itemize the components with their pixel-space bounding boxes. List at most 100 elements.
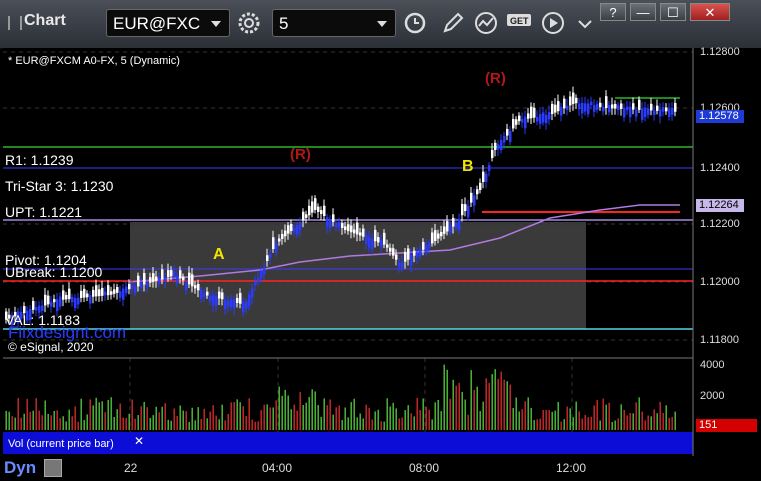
close-volume-icon[interactable]: ✕ [134,434,144,448]
volume-bar [482,401,484,430]
close-button[interactable]: ✕ [690,3,730,21]
volume-bar [644,420,646,430]
volume-bar [284,389,286,430]
volume-bar [134,418,136,430]
candle-body [584,103,587,112]
candle-body [188,272,191,285]
candle-body [161,269,164,279]
candle-body [149,277,152,283]
volume-bar [332,414,334,430]
volume-bar [455,385,457,430]
avg-price-box: 1.12264 [696,199,744,212]
volume-bar [596,400,598,430]
candle-body [302,211,305,221]
volume-bar [365,404,367,430]
volume-bar [524,401,526,430]
volume-bar [203,408,205,430]
symbol-label: * EUR@FXCM A0-FX, 5 (Dynamic) [8,55,180,67]
volume-bar [443,364,445,430]
candle-body [125,286,128,294]
candle-body [401,262,404,268]
candle-body [455,222,458,228]
candle-body [407,248,410,260]
draw-tool-button[interactable] [438,9,468,37]
pencil-icon [443,12,464,33]
volume-bar [578,411,580,430]
menu-button[interactable] [570,9,600,37]
symbol-combo[interactable]: EUR@FXC [106,9,230,37]
volume-bar [32,410,34,430]
candle-body [191,274,194,287]
candle-body [326,217,329,227]
time-button[interactable] [401,9,431,37]
candle-body [503,136,506,143]
play-button[interactable] [538,9,568,37]
candle-body [338,222,341,228]
candle-body [314,198,317,210]
last-price-box: 1.12578 [696,110,744,123]
candle-body [566,105,569,110]
candle-body [518,115,521,122]
candle-body [608,104,611,113]
lock-icon[interactable] [44,459,62,477]
volume-bar [635,402,637,430]
volume-bar [230,402,232,430]
candle-body [395,254,398,260]
volume-bar [185,411,187,430]
volume-bar [656,413,658,430]
minimize-button[interactable]: — [630,3,656,21]
candle-body [170,270,173,277]
candle-body [176,275,179,283]
volume-bar [92,405,94,430]
candle-body [545,114,548,124]
maximize-button[interactable]: ☐ [660,3,686,21]
get-data-button[interactable]: GET [505,9,535,37]
footer-label[interactable]: Dyn [4,458,36,478]
volume-bar [200,418,202,430]
candle-body [560,106,563,116]
volume-bar [44,400,46,430]
volume-bar [389,406,391,430]
candle-body [350,225,353,233]
candle-body [134,286,137,294]
volume-bar [38,410,40,430]
candle-body [452,217,455,227]
volume-bar [638,397,640,430]
candle-body [665,107,668,112]
volume-bar [86,414,88,430]
volume-bar [83,420,85,430]
volume-bar [128,413,130,430]
volume-bar [215,415,217,430]
candle-body [647,108,650,115]
candle-body [548,112,551,120]
candle-body [509,131,512,143]
volume-bar [152,415,154,430]
volume-bar [14,417,16,430]
candle-body [371,238,374,250]
volume-bar [35,398,37,430]
candle-body [416,252,419,258]
candle-body [554,104,557,113]
volume-bar [11,416,13,430]
volume-bar [122,417,124,430]
interval-settings-button[interactable] [234,9,264,37]
volume-bar [446,369,448,430]
candle-body [431,232,434,244]
candle-body [473,195,476,206]
volume-bar [56,410,58,430]
candle-body [641,108,644,120]
grip-icon[interactable] [8,16,22,30]
interval-combo[interactable]: 5 [272,9,396,37]
studies-button[interactable] [472,9,502,37]
volume-bar [626,415,628,430]
volume-bar [359,413,361,430]
volume-bar [191,407,193,430]
volume-bar [314,391,316,430]
volume-bar [77,421,79,430]
volume-bar [320,416,322,430]
volume-bar [485,378,487,430]
volume-bar [41,415,43,430]
chart-area[interactable]: * EUR@FXCM A0-FX, 5 (Dynamic) R1: 1.1239… [0,46,761,481]
candle-body [650,103,653,111]
help-button[interactable]: ? [600,3,626,21]
